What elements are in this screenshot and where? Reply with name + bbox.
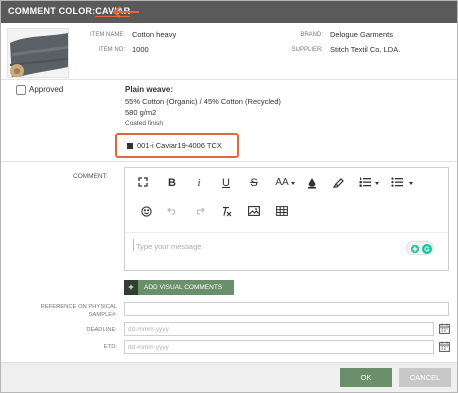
comment-input[interactable] <box>136 240 386 252</box>
bold-icon[interactable]: B <box>165 176 179 190</box>
comment-color-dialog: COMMENT COLOR:CAVIAR ITEM NAME: Cotton h… <box>0 0 458 393</box>
unordered-list-icon[interactable] <box>390 176 404 190</box>
chevron-down-icon[interactable] <box>409 182 413 185</box>
text-cursor <box>133 239 134 251</box>
comment-editor[interactable]: B i U S AA Type your message G <box>124 167 449 271</box>
weave-composition: 55% Cotton (Organic) / 45% Cotton (Recyc… <box>125 97 281 106</box>
supplier-label: SUPPLIER: <box>291 47 323 53</box>
clear-format-icon[interactable] <box>219 205 233 219</box>
add-visual-comments-label: ADD VISUAL COMMENTS <box>144 284 223 291</box>
weave-weight: 580 g/m2 <box>125 108 157 117</box>
add-visual-comments-button[interactable]: + ADD VISUAL COMMENTS <box>124 280 234 295</box>
etd-input[interactable] <box>124 340 434 354</box>
comment-label: COMMENT: <box>73 173 108 180</box>
chevron-down-icon[interactable] <box>291 182 295 185</box>
approved-checkbox[interactable] <box>16 85 26 95</box>
svg-text:G: G <box>424 247 430 254</box>
reference-input[interactable] <box>124 302 449 316</box>
dialog-title-prefix: COMMENT COLOR: <box>8 6 96 16</box>
emoji-icon[interactable] <box>139 205 153 219</box>
weave-title: Plain weave: <box>125 85 174 94</box>
undo-icon[interactable] <box>165 205 179 219</box>
ok-button[interactable]: OK <box>340 368 392 387</box>
brand-value: Delogue Garments <box>330 30 393 39</box>
underline-icon[interactable]: U <box>219 176 233 190</box>
item-name-label: ITEM NAME: <box>89 32 125 38</box>
annotation-arrow-icon <box>112 6 139 18</box>
deadline-input[interactable] <box>124 322 434 336</box>
etd-label: ETD: <box>103 344 117 350</box>
table-icon[interactable] <box>275 205 289 219</box>
calendar-icon[interactable] <box>439 323 450 334</box>
color-code-highlight: 001-i Caviar19-4006 TCX <box>115 133 239 158</box>
grammar-widget[interactable]: G <box>406 241 434 255</box>
image-icon[interactable] <box>247 205 261 219</box>
item-no-value: 1000 <box>132 45 149 54</box>
ordered-list-icon[interactable] <box>358 176 372 190</box>
deadline-label: DEADLINE: <box>86 327 117 333</box>
brand-label: BRAND: <box>300 32 323 38</box>
strikethrough-icon[interactable]: S <box>247 176 261 190</box>
weave-finish: Coated finish <box>125 120 163 127</box>
font-size-text: AA <box>275 177 289 188</box>
fullscreen-icon[interactable] <box>136 176 150 190</box>
fabric-thumbnail <box>7 28 69 78</box>
divider <box>125 232 448 233</box>
text-color-icon[interactable] <box>305 176 319 190</box>
reference-label: REFERENCE ON PHYSICAL SAMPLE#: <box>40 304 117 318</box>
font-size-icon[interactable]: AA <box>273 176 291 190</box>
supplier-value: Stitch Textil Co. LDA. <box>330 45 401 54</box>
italic-icon[interactable]: i <box>192 176 206 190</box>
highlight-icon[interactable] <box>331 176 345 190</box>
divider <box>1 161 457 162</box>
chevron-down-icon[interactable] <box>375 182 379 185</box>
plus-icon: + <box>124 280 138 295</box>
dialog-titlebar: COMMENT COLOR:CAVIAR <box>1 1 457 23</box>
calendar-icon[interactable] <box>439 341 450 352</box>
color-swatch <box>127 143 133 149</box>
item-no-label: ITEM NO: <box>98 47 125 53</box>
redo-icon[interactable] <box>192 205 206 219</box>
item-name-value: Cotton heavy <box>132 30 177 39</box>
color-code: 001-i Caviar19-4006 TCX <box>137 141 222 150</box>
approved-label: Approved <box>29 85 64 94</box>
divider <box>1 79 457 80</box>
cancel-button[interactable]: CANCEL <box>399 368 451 387</box>
